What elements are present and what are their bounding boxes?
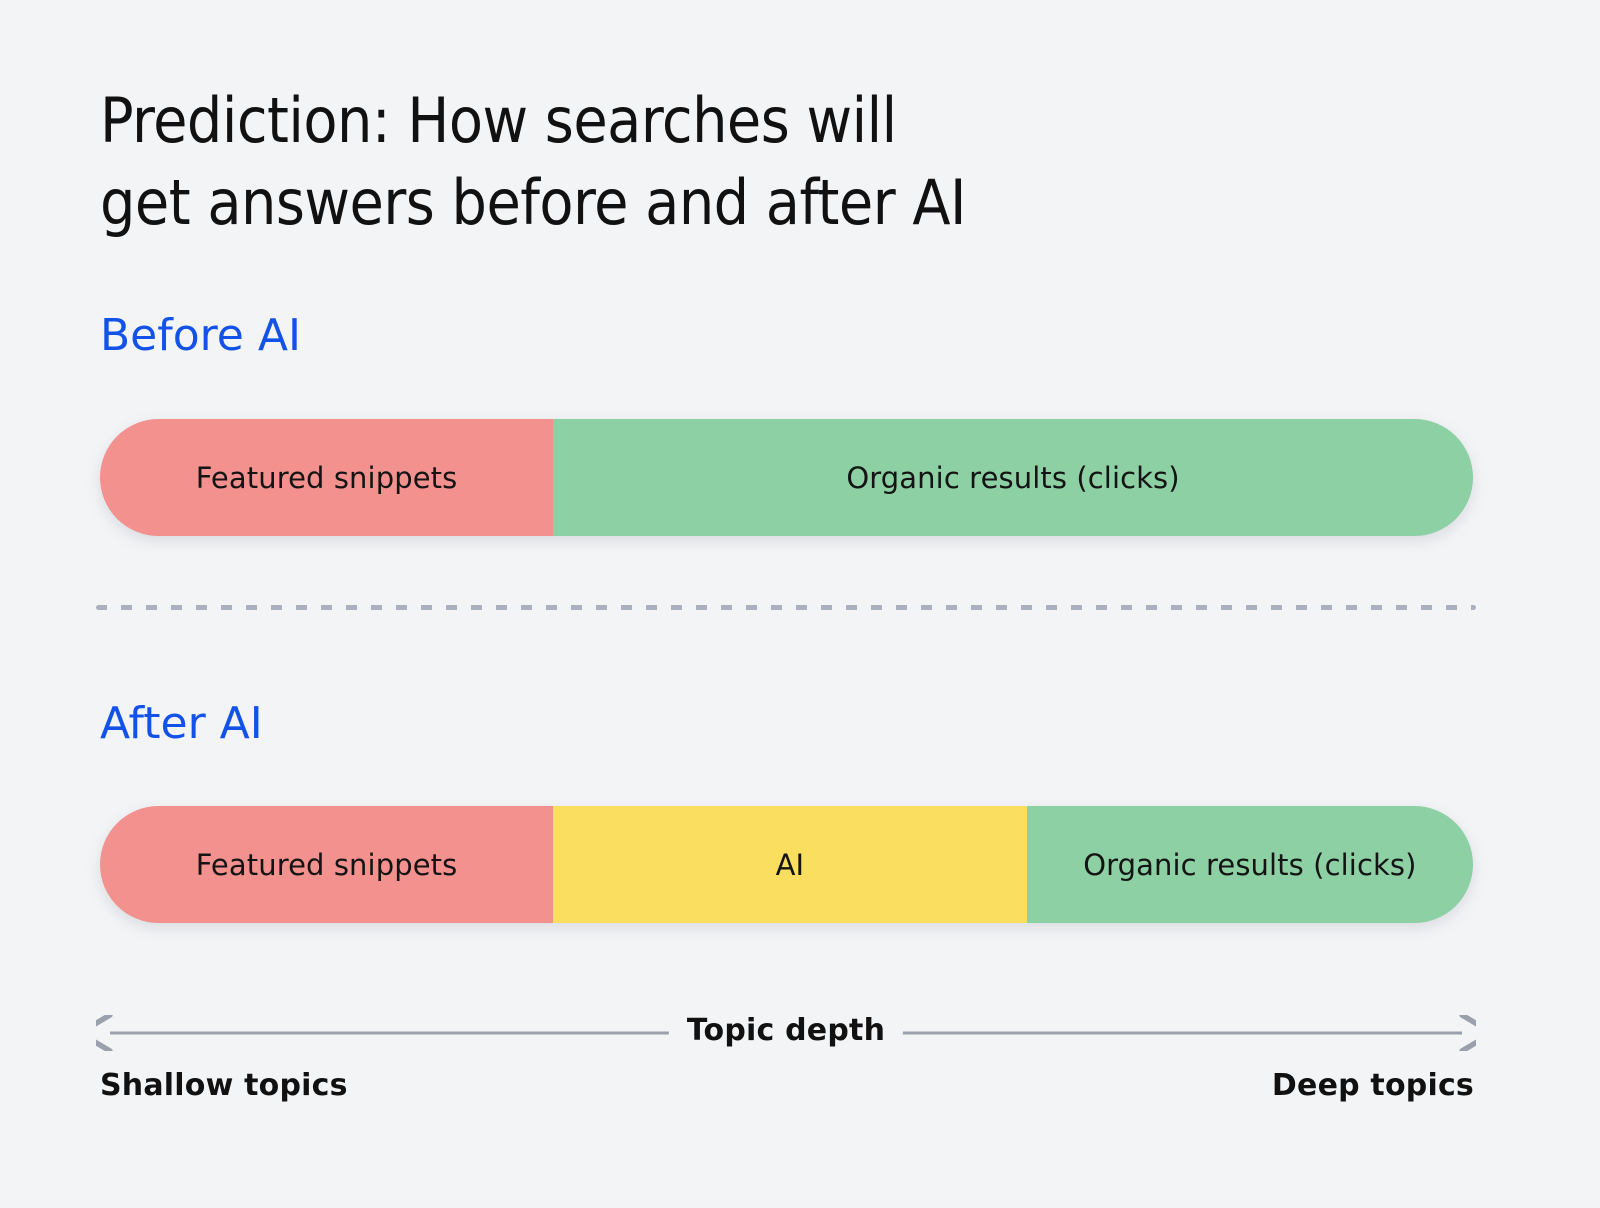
topic-depth-axis: Topic depth	[96, 1013, 1476, 1051]
bar-before-ai: Featured snippets Organic results (click…	[100, 419, 1473, 536]
bar-segment-label: AI	[775, 847, 805, 882]
axis-title: Topic depth	[668, 1013, 904, 1048]
section-heading-before-ai: Before AI	[100, 310, 301, 361]
bar-segment-organic-results-before: Organic results (clicks)	[553, 419, 1473, 536]
axis-endpoint-deep: Deep topics	[1271, 1068, 1474, 1103]
bar-segment-organic-results-after: Organic results (clicks)	[1026, 806, 1473, 923]
page-title: Prediction: How searches will get answer…	[100, 84, 966, 240]
bar-segment-featured-snippets-before: Featured snippets	[100, 419, 554, 536]
bar-after-ai: Featured snippets AI Organic results (cl…	[100, 806, 1473, 923]
bar-segment-featured-snippets-after: Featured snippets	[100, 806, 554, 923]
bar-segment-label: Organic results (clicks)	[846, 460, 1180, 495]
bar-segment-label: Featured snippets	[195, 460, 458, 495]
infographic-canvas: Prediction: How searches will get answer…	[0, 0, 1600, 1208]
bar-segment-ai-after: AI	[553, 806, 1027, 923]
bar-segment-label: Featured snippets	[195, 847, 458, 882]
dashed-divider	[96, 605, 1476, 610]
bar-segment-label: Organic results (clicks)	[1083, 847, 1417, 882]
section-heading-after-ai: After AI	[100, 698, 263, 749]
axis-endpoint-shallow: Shallow topics	[100, 1068, 348, 1103]
